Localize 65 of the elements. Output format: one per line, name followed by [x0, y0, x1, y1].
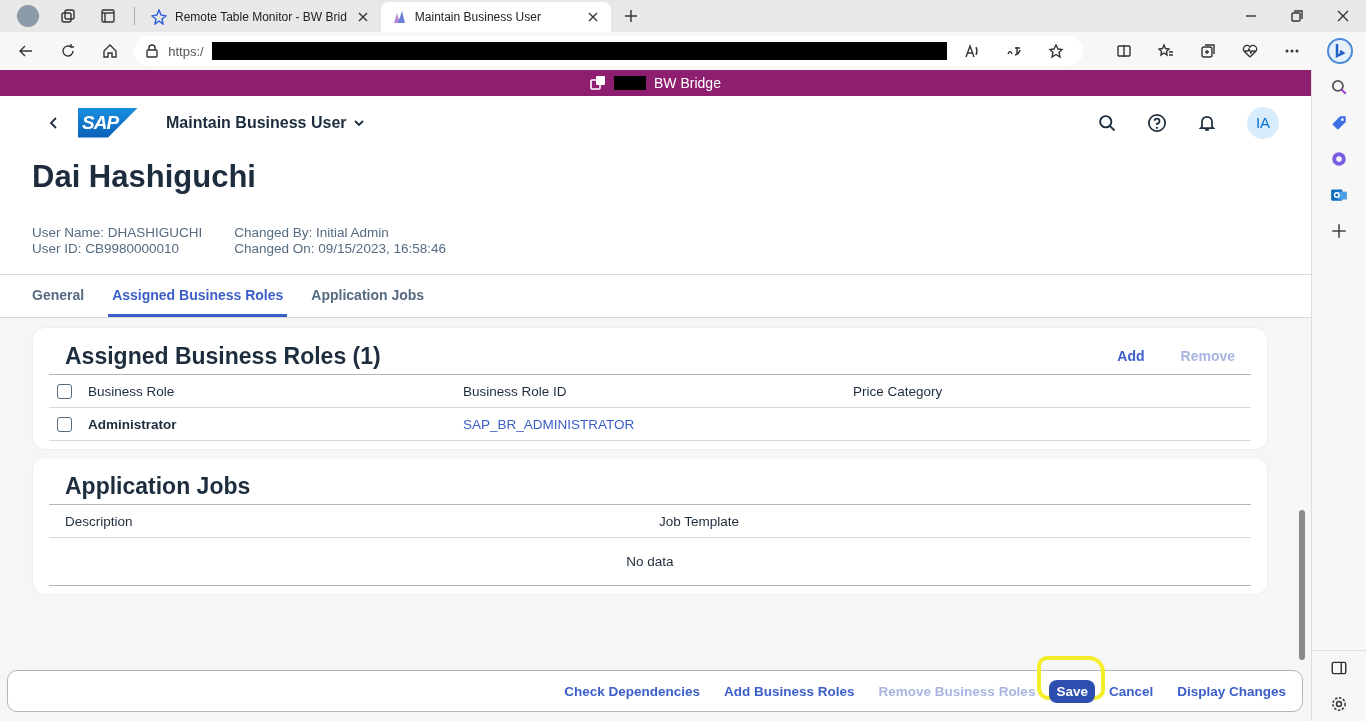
tag-icon[interactable] — [1330, 114, 1348, 132]
app-title-menu[interactable]: Maintain Business User — [166, 113, 365, 132]
column-header: Job Template — [659, 513, 740, 529]
new-tab-icon[interactable] — [622, 8, 639, 24]
header-attribute: Changed On: 09/15/2023, 16:58:46 — [234, 241, 446, 256]
checkbox[interactable] — [57, 416, 72, 432]
mail-icon[interactable] — [1330, 186, 1348, 204]
add-icon[interactable] — [1330, 222, 1348, 240]
tab-actions-icon[interactable] — [60, 8, 76, 24]
heartbeat-icon[interactable] — [1241, 43, 1258, 59]
role-id-link[interactable]: SAP_BR_ADMINISTRATOR — [463, 416, 635, 432]
search-icon[interactable] — [1330, 78, 1348, 96]
footer-link[interactable]: Display Changes — [1177, 683, 1286, 699]
star-icon[interactable] — [1047, 43, 1064, 59]
no-data-text: No data — [49, 538, 1251, 586]
footer-link: Remove Business Roles — [878, 683, 1036, 699]
browser-tab[interactable]: Maintain Business User — [380, 2, 611, 32]
toolbar-link: Remove — [1180, 348, 1235, 364]
scrollbar[interactable] — [1299, 510, 1305, 660]
header-attribute: User ID: CB9980000010 — [32, 241, 181, 256]
help-icon[interactable] — [1147, 112, 1167, 133]
save-button[interactable]: Save — [1049, 679, 1095, 703]
user-name-title: Dai Hashiguchi — [32, 159, 257, 196]
tab-favicon-icon — [151, 9, 167, 25]
section-tab[interactable]: General — [28, 275, 89, 317]
url-text: https:/ — [168, 43, 204, 59]
refresh-icon[interactable] — [60, 43, 77, 59]
section-title: Assigned Business Roles (1) — [65, 342, 381, 370]
column-header: Price Category — [853, 383, 943, 399]
browser-tab[interactable]: Remote Table Monitor - BW Brid — [141, 2, 381, 32]
office-icon[interactable] — [1330, 150, 1348, 168]
home-icon[interactable] — [102, 43, 119, 59]
settings-icon[interactable] — [1330, 695, 1348, 713]
column-header: Business Role ID — [463, 383, 568, 399]
column-header: Description — [64, 513, 134, 529]
banner-title: BW Bridge — [654, 75, 721, 91]
vertical-tabs-icon[interactable] — [100, 8, 116, 24]
collections-icon[interactable] — [1199, 43, 1216, 59]
header-attribute: Changed By: Initial Admin — [234, 225, 390, 240]
sidebar-toggle-icon[interactable] — [1330, 659, 1348, 677]
redaction-block — [614, 76, 647, 90]
footer-link[interactable]: Cancel — [1108, 683, 1154, 699]
split-screen-icon[interactable] — [1115, 43, 1132, 59]
copilot-icon[interactable] — [1325, 37, 1354, 65]
checkbox[interactable] — [57, 383, 72, 399]
footer-link[interactable]: Add Business Roles — [724, 683, 855, 699]
column-header: Business Role — [88, 383, 176, 399]
favorites-icon[interactable] — [1157, 43, 1174, 59]
section-title: Application Jobs — [65, 472, 251, 500]
user-avatar[interactable]: IA — [1247, 106, 1279, 139]
lock-icon — [144, 43, 161, 59]
section-tab[interactable]: Assigned Business Roles — [108, 275, 288, 317]
read-aloud-icon[interactable] — [963, 43, 980, 59]
header-attribute: User Name: DHASHIGUCHI — [32, 225, 203, 240]
back-arrow-icon[interactable] — [18, 43, 35, 59]
search-icon[interactable] — [1097, 112, 1117, 133]
footer-link[interactable]: Check Dependencies — [564, 683, 701, 699]
restore-icon[interactable] — [1289, 8, 1305, 24]
multi-window-icon — [590, 75, 607, 91]
section-tab[interactable]: Application Jobs — [307, 275, 429, 317]
address-bar[interactable]: https:/ — [134, 36, 1083, 66]
close-icon[interactable] — [1335, 8, 1351, 24]
toolbar-link[interactable]: Add — [1117, 348, 1145, 364]
table-cell-text: Administrator — [88, 416, 178, 432]
sap-logo[interactable]: SAP — [78, 107, 138, 138]
